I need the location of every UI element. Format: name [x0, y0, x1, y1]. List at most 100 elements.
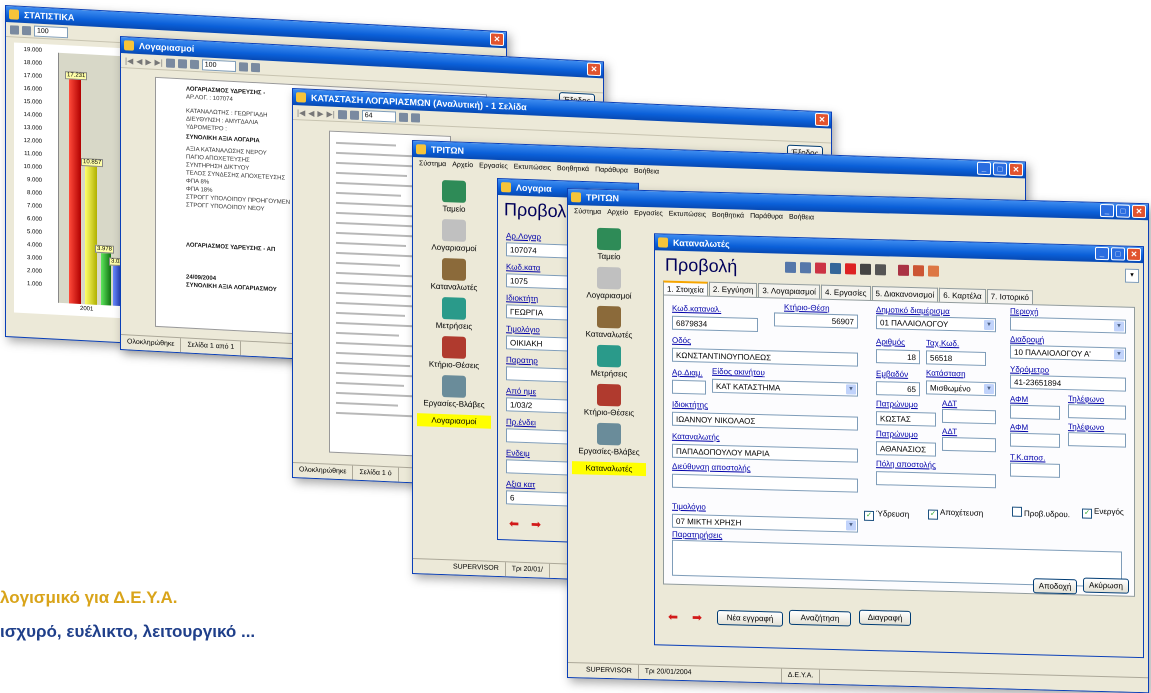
sidebar-item-cashier[interactable]: Ταμείο	[417, 179, 491, 215]
consumer-field[interactable]: ΠΑΠΑΔΟΠΟΥΛΟΥ ΜΑΡΙΑ	[672, 443, 858, 463]
close-icon[interactable]: ✕	[587, 62, 601, 77]
id-card-field[interactable]	[942, 436, 996, 453]
zoom-select[interactable]: 100	[34, 25, 68, 38]
paste-icon[interactable]	[913, 265, 924, 277]
save-icon[interactable]	[250, 62, 260, 72]
page-view-icon[interactable]	[165, 57, 175, 68]
phone-field[interactable]	[1068, 432, 1126, 448]
tax-id-field[interactable]	[1010, 432, 1060, 448]
postal-code-field[interactable]: 56518	[926, 350, 986, 366]
menu-item[interactable]: Αρχείο	[452, 161, 473, 169]
menu-item[interactable]: Βοήθεια	[789, 214, 814, 222]
building-position-field[interactable]: 56907	[774, 312, 858, 329]
menu-item[interactable]: Εκτυπώσεις	[669, 211, 706, 219]
area-size-field[interactable]: 65	[876, 381, 920, 397]
prev-arrow-icon[interactable]: ⬅	[665, 610, 681, 624]
duplicate-icon[interactable]	[928, 265, 939, 277]
property-type-select[interactable]: ΚΑΤ ΚΑΤΑΣΤΗΜΑ ▼	[712, 378, 858, 397]
delete-icon[interactable]	[845, 263, 856, 275]
print-icon[interactable]	[398, 112, 408, 122]
menu-item[interactable]: Βοηθητικά	[557, 165, 589, 173]
number-field[interactable]: 18	[876, 349, 920, 365]
print-icon[interactable]	[238, 61, 248, 72]
menu-item[interactable]: Παράθυρα	[595, 166, 628, 174]
menu-item[interactable]: Σύστημα	[574, 208, 601, 216]
zoom-select[interactable]: 100	[201, 58, 236, 72]
print-icon[interactable]	[875, 264, 886, 276]
menu-item[interactable]: Βοηθητικά	[712, 212, 744, 220]
save-icon[interactable]	[860, 263, 871, 275]
zoom-in-icon[interactable]	[349, 110, 359, 120]
next-page-icon[interactable]: ▶	[317, 109, 323, 118]
zoom-out-icon[interactable]	[189, 59, 199, 69]
view-icon[interactable]	[785, 261, 796, 273]
sidebar-item-buildings[interactable]: Κτήριο-Θέσεις	[572, 383, 646, 418]
accept-button[interactable]: Αποδοχή	[1033, 578, 1077, 595]
sidebar-item-cashier[interactable]: Ταμείο	[572, 227, 646, 262]
mailing-address-field[interactable]	[672, 473, 858, 493]
sewerage-checkbox[interactable]: ✓ Αποχέτευση	[928, 507, 983, 520]
first-page-icon[interactable]: |◀	[125, 56, 133, 65]
close-icon[interactable]: ✕	[1127, 247, 1141, 262]
maximize-icon[interactable]: □	[993, 162, 1007, 176]
status-select[interactable]: Μισθωμένο ▼	[926, 380, 996, 397]
page-view-icon[interactable]	[337, 109, 347, 119]
menu-item[interactable]: Παράθυρα	[750, 213, 783, 221]
sidebar-item-measurements[interactable]: Μετρήσεις	[417, 296, 491, 332]
menu-item[interactable]: Εκτυπώσεις	[514, 164, 551, 172]
sidebar-item-consumers[interactable]: Καταναλωτές	[417, 257, 491, 293]
zoom-icon[interactable]	[22, 25, 31, 35]
water-meter-field[interactable]: 41-23651894	[1010, 374, 1126, 392]
sidebar-active-item[interactable]: Καταναλωτές	[572, 461, 646, 477]
last-page-icon[interactable]: ▶|	[155, 57, 163, 66]
mailing-zip-field[interactable]	[1010, 462, 1060, 478]
father-name-field[interactable]: ΚΩΣΤΑΣ	[876, 411, 936, 427]
consumer-code-field[interactable]: 6879834	[672, 315, 758, 333]
sidebar-item-bills[interactable]: Λογαριασμοί	[572, 266, 646, 301]
close-icon[interactable]: ✕	[490, 32, 504, 47]
edit-icon[interactable]	[800, 262, 811, 274]
mailing-city-field[interactable]	[876, 471, 996, 489]
delete-button[interactable]: Διαγραφή	[859, 609, 911, 627]
tax-id-field[interactable]	[1010, 404, 1060, 420]
close-icon[interactable]: ✕	[815, 112, 829, 127]
menu-item[interactable]: Εργασίες	[479, 162, 508, 170]
zoom-select[interactable]: 64	[361, 109, 396, 123]
maximize-icon[interactable]: □	[1111, 247, 1125, 261]
search-icon[interactable]	[830, 262, 841, 275]
sidebar-item-consumers[interactable]: Καταναλωτές	[572, 305, 646, 340]
maximize-icon[interactable]: □	[1116, 204, 1130, 218]
sidebar-item-bills[interactable]: Λογαριασμοί	[417, 218, 491, 254]
phone-field[interactable]	[1068, 404, 1126, 420]
prev-arrow-icon[interactable]: ⬅	[506, 516, 522, 530]
menu-item[interactable]: Σύστημα	[419, 160, 446, 168]
zoom-in-icon[interactable]	[177, 58, 187, 68]
minimize-icon[interactable]: _	[1095, 246, 1109, 261]
form-menu-dropdown[interactable]: ▾	[1125, 268, 1139, 283]
next-page-icon[interactable]: ▶	[145, 57, 151, 66]
copy-icon[interactable]	[898, 264, 909, 276]
minimize-icon[interactable]: _	[977, 161, 991, 176]
cancel-button[interactable]: Ακύρωση	[1083, 577, 1129, 594]
sidebar-active-item[interactable]: Λογαριασμοί	[417, 413, 491, 429]
water-problem-checkbox[interactable]: Προβ.υδρου.	[1012, 506, 1070, 519]
owner-field[interactable]: ΙΩΑΝΝΟΥ ΝΙΚΟΛΑΟΣ	[672, 411, 858, 431]
prev-page-icon[interactable]: ◀	[308, 108, 314, 117]
new-record-button[interactable]: Νέα εγγραφή	[717, 609, 783, 627]
prev-page-icon[interactable]: ◀	[136, 56, 142, 65]
menu-item[interactable]: Βοήθεια	[634, 168, 659, 176]
save-icon[interactable]	[410, 112, 420, 123]
apartment-no-field[interactable]	[672, 379, 706, 395]
first-page-icon[interactable]: |◀	[297, 108, 305, 117]
sidebar-item-buildings[interactable]: Κτήριο-Θέσεις	[417, 335, 491, 371]
route-select[interactable]: 10 ΠΑΛΑΙΟΛΟΓΟΥ Α' ▼	[1010, 344, 1126, 362]
table-icon[interactable]	[815, 262, 826, 274]
street-field[interactable]: ΚΩΝΣΤΑΝΤΙΝΟΥΠΟΛΕΩΣ	[672, 347, 858, 367]
minimize-icon[interactable]: _	[1100, 203, 1114, 218]
close-icon[interactable]: ✕	[1009, 162, 1023, 177]
menu-item[interactable]: Αρχείο	[607, 209, 628, 217]
close-icon[interactable]: ✕	[1132, 204, 1146, 219]
sidebar-item-tasks[interactable]: Εργασίες-Βλάβες	[417, 374, 491, 410]
id-card-field[interactable]	[942, 408, 996, 425]
next-arrow-icon[interactable]: ➡	[689, 610, 705, 624]
